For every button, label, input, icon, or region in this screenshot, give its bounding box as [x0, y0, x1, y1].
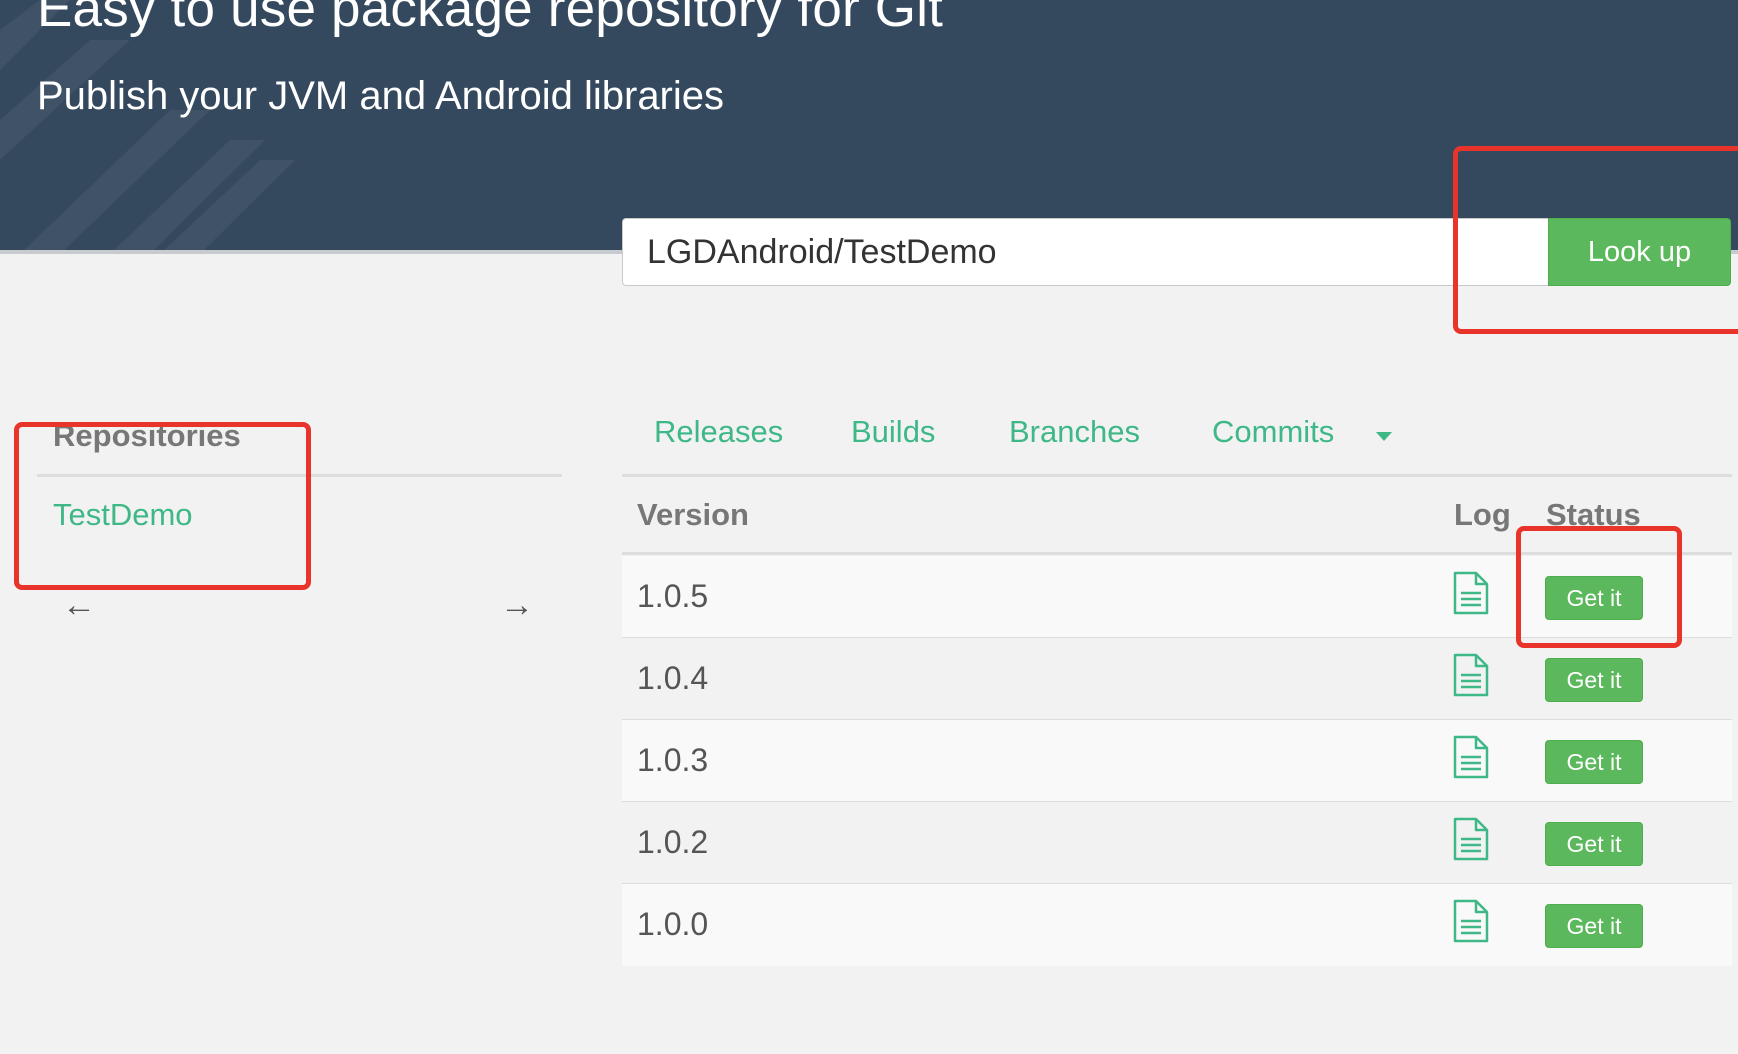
- hero-banner: Easy to use package repository for Git P…: [0, 0, 1738, 254]
- table-row: 1.0.0 Get it: [622, 884, 1732, 966]
- version-number: 1.0.2: [637, 824, 709, 860]
- table-row: 1.0.4 Get it: [622, 638, 1732, 720]
- file-text-icon[interactable]: [1452, 571, 1490, 615]
- version-number: 1.0.0: [637, 906, 709, 942]
- hero-title: Easy to use package repository for Git: [37, 0, 944, 38]
- table-row: 1.0.3 Get it: [622, 720, 1732, 802]
- version-tabs: Releases Builds Branches Commits: [622, 410, 1732, 474]
- caret-down-icon[interactable]: [1376, 432, 1392, 441]
- version-number: 1.0.3: [637, 742, 709, 778]
- versions-table-header: Version Log Status: [622, 477, 1732, 555]
- tab-branches[interactable]: Branches: [1009, 414, 1140, 450]
- get-it-button[interactable]: Get it: [1545, 822, 1643, 866]
- hero-subtitle: Publish your JVM and Android libraries: [37, 74, 725, 118]
- tab-builds[interactable]: Builds: [851, 414, 935, 450]
- version-number: 1.0.5: [637, 578, 709, 614]
- tab-commits[interactable]: Commits: [1212, 414, 1334, 450]
- sidebar-divider: [37, 474, 562, 477]
- repository-link-testdemo[interactable]: TestDemo: [53, 497, 193, 533]
- repositories-heading: Repositories: [53, 418, 241, 453]
- versions-table-body: 1.0.5 Get it 1.0.4 Get it 1.0.3 Get it 1…: [622, 556, 1732, 966]
- next-page-arrow-icon[interactable]: →: [500, 586, 534, 625]
- repository-search-input[interactable]: [622, 218, 1548, 286]
- table-row: 1.0.2 Get it: [622, 802, 1732, 884]
- get-it-button[interactable]: Get it: [1545, 576, 1643, 620]
- column-header-log: Log: [1454, 497, 1511, 532]
- version-number: 1.0.4: [637, 660, 709, 696]
- file-text-icon[interactable]: [1452, 817, 1490, 861]
- file-text-icon[interactable]: [1452, 653, 1490, 697]
- get-it-button[interactable]: Get it: [1545, 658, 1643, 702]
- file-text-icon[interactable]: [1452, 735, 1490, 779]
- previous-page-arrow-icon[interactable]: ←: [62, 586, 96, 625]
- get-it-button[interactable]: Get it: [1545, 904, 1643, 948]
- column-header-status: Status: [1546, 497, 1641, 532]
- lookup-button[interactable]: Look up: [1548, 218, 1731, 286]
- tab-releases[interactable]: Releases: [654, 414, 783, 450]
- get-it-button[interactable]: Get it: [1545, 740, 1643, 784]
- file-text-icon[interactable]: [1452, 899, 1490, 943]
- table-row: 1.0.5 Get it: [622, 556, 1732, 638]
- column-header-version: Version: [637, 497, 749, 532]
